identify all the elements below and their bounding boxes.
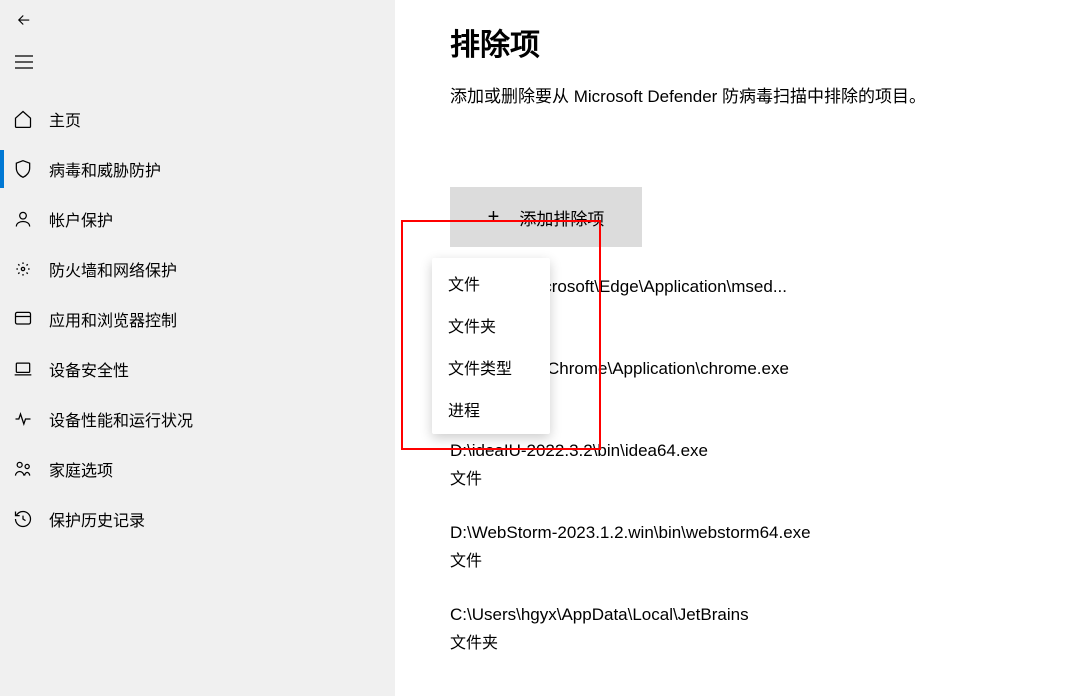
shield-icon bbox=[12, 158, 34, 180]
nav-home[interactable]: 主页 bbox=[0, 94, 395, 144]
nav-label: 家庭选项 bbox=[49, 457, 113, 481]
exclusion-item[interactable]: C:\Users\hgyx\AppData\Local\JetBrains 文件夹 bbox=[450, 605, 1068, 653]
add-exclusion-button[interactable]: + 添加排除项 bbox=[450, 187, 642, 247]
nav-account[interactable]: 帐户保护 bbox=[0, 194, 395, 244]
add-btn-label: 添加排除项 bbox=[519, 205, 604, 230]
menu-folder[interactable]: 文件夹 bbox=[432, 304, 550, 346]
page-subtitle: 添加或删除要从 Microsoft Defender 防病毒扫描中排除的项目。 bbox=[450, 82, 1068, 107]
menu-filetype[interactable]: 文件类型 bbox=[432, 346, 550, 388]
nav-label: 防火墙和网络保护 bbox=[49, 257, 177, 281]
nav-section: 主页 病毒和威胁防护 帐户保护 防火墙和网络保护 应用和浏览器控制 设备安全性 … bbox=[0, 94, 395, 544]
history-icon bbox=[12, 508, 34, 530]
nav-label: 主页 bbox=[49, 107, 81, 131]
nav-family[interactable]: 家庭选项 bbox=[0, 444, 395, 494]
nav-label: 设备安全性 bbox=[49, 357, 129, 381]
nav-label: 设备性能和运行状况 bbox=[49, 407, 193, 431]
exclusion-type: 文件夹 bbox=[450, 629, 1068, 653]
hamburger-icon bbox=[15, 55, 33, 74]
page-title: 排除项 bbox=[450, 20, 1068, 64]
account-icon bbox=[12, 208, 34, 230]
home-icon bbox=[12, 108, 34, 130]
menu-process[interactable]: 进程 bbox=[432, 388, 550, 430]
laptop-icon bbox=[12, 358, 34, 380]
heart-icon bbox=[12, 408, 34, 430]
exclusion-item[interactable]: D:\ideaIU-2022.3.2\bin\idea64.exe 文件 bbox=[450, 441, 1068, 489]
exclusion-type: 文件 bbox=[450, 465, 1068, 489]
exclusion-path: D:\ideaIU-2022.3.2\bin\idea64.exe bbox=[450, 441, 1068, 461]
exclusion-type: 文件 bbox=[450, 547, 1068, 571]
sidebar: 主页 病毒和威胁防护 帐户保护 防火墙和网络保护 应用和浏览器控制 设备安全性 … bbox=[0, 0, 395, 696]
nav-virus[interactable]: 病毒和威胁防护 bbox=[0, 144, 395, 194]
exclusion-item[interactable]: D:\WebStorm-2023.1.2.win\bin\webstorm64.… bbox=[450, 523, 1068, 571]
app-icon bbox=[12, 308, 34, 330]
menu-file[interactable]: 文件 bbox=[432, 262, 550, 304]
nav-label: 帐户保护 bbox=[49, 207, 113, 231]
nav-history[interactable]: 保护历史记录 bbox=[0, 494, 395, 544]
main-content: 排除项 添加或删除要从 Microsoft Defender 防病毒扫描中排除的… bbox=[395, 0, 1068, 696]
nav-label: 保护历史记录 bbox=[49, 507, 145, 531]
nav-label: 应用和浏览器控制 bbox=[49, 307, 177, 331]
nav-label: 病毒和威胁防护 bbox=[49, 157, 161, 181]
plus-icon: + bbox=[488, 206, 500, 229]
back-button[interactable] bbox=[0, 2, 48, 42]
exclusion-path: D:\WebStorm-2023.1.2.win\bin\webstorm64.… bbox=[450, 523, 1068, 543]
family-icon bbox=[12, 458, 34, 480]
back-arrow-icon bbox=[15, 11, 33, 34]
nav-app[interactable]: 应用和浏览器控制 bbox=[0, 294, 395, 344]
nav-device-security[interactable]: 设备安全性 bbox=[0, 344, 395, 394]
exclusion-path: C:\Users\hgyx\AppData\Local\JetBrains bbox=[450, 605, 1068, 625]
add-exclusion-menu: 文件 文件夹 文件类型 进程 bbox=[432, 258, 550, 434]
firewall-icon bbox=[12, 258, 34, 280]
menu-button[interactable] bbox=[0, 44, 48, 84]
nav-firewall[interactable]: 防火墙和网络保护 bbox=[0, 244, 395, 294]
nav-device-performance[interactable]: 设备性能和运行状况 bbox=[0, 394, 395, 444]
